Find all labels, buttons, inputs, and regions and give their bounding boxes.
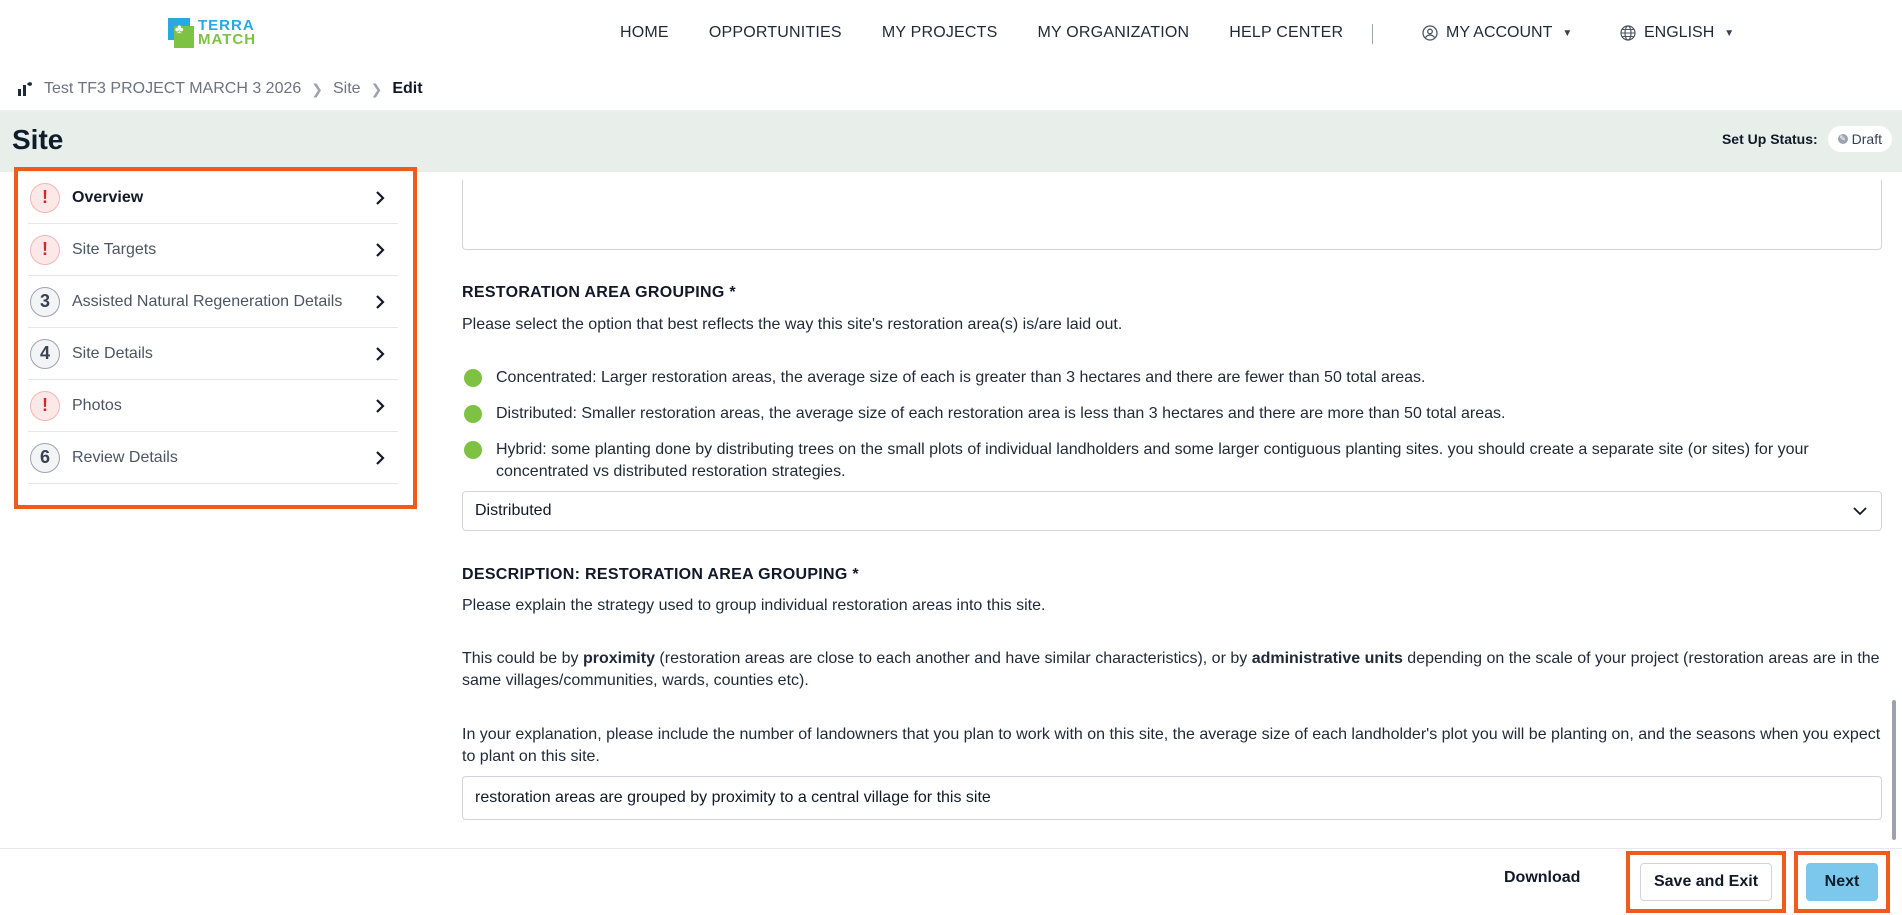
next-highlight: Next <box>1794 851 1890 913</box>
status-badge: ✎ Draft <box>1827 126 1892 152</box>
page-scrollbar[interactable] <box>1892 700 1896 840</box>
nav-link-my-organization[interactable]: MY ORGANIZATION <box>1038 24 1190 42</box>
help-bold-admin-units: administrative units <box>1251 650 1403 667</box>
help-text: This could be by <box>462 650 583 667</box>
nav-link-home[interactable]: HOME <box>620 24 669 42</box>
grouping-title: RESTORATION AREA GROUPING * <box>462 284 736 301</box>
chevron-right-icon <box>376 346 385 361</box>
chevron-right-icon <box>376 398 385 413</box>
nav-links: HOME OPPORTUNITIES MY PROJECTS MY ORGANI… <box>620 24 1343 42</box>
option-hybrid: Hybrid: some planting done by distributi… <box>462 439 1882 483</box>
description-help-3: In your explanation, please include the … <box>462 726 1881 765</box>
save-exit-highlight: Save and Exit <box>1626 851 1786 913</box>
breadcrumb: Test TF3 PROJECT MARCH 3 2026 ❯ Site ❯ E… <box>16 80 423 98</box>
step-label: Overview <box>72 188 144 206</box>
step-label: Assisted Natural Regeneration Details <box>72 292 343 310</box>
step-site-targets[interactable]: ! Site Targets <box>28 224 398 276</box>
help-bold-proximity: proximity <box>582 650 655 667</box>
language-label: ENGLISH <box>1644 24 1715 41</box>
chevron-right-icon <box>376 242 385 257</box>
description-input[interactable]: restoration areas are grouped by proximi… <box>462 776 1882 820</box>
option-text: Distributed: Smaller restoration areas, … <box>496 405 1506 422</box>
chevron-down-icon <box>1853 507 1867 516</box>
green-dot-icon <box>464 405 482 423</box>
form-footer: Download Save and Exit Next <box>0 848 1902 915</box>
description-title: DESCRIPTION: RESTORATION AREA GROUPING * <box>462 566 859 583</box>
step-label: Review Details <box>72 448 178 466</box>
step-photos[interactable]: ! Photos <box>28 380 398 432</box>
nav-divider <box>1372 24 1373 44</box>
error-icon: ! <box>30 234 60 265</box>
nav-link-my-projects[interactable]: MY PROJECTS <box>882 24 998 42</box>
error-icon: ! <box>30 390 60 421</box>
option-text: Hybrid: some planting done by distributi… <box>496 441 1809 480</box>
breadcrumb-current: Edit <box>392 80 423 97</box>
grouping-help: Please select the option that best refle… <box>462 316 1123 333</box>
my-account-menu[interactable]: MY ACCOUNT ▼ <box>1422 24 1572 42</box>
step-overview[interactable]: ! Overview <box>28 172 398 224</box>
option-concentrated: Concentrated: Larger restoration areas, … <box>462 367 1882 389</box>
draft-icon: ✎ <box>1837 134 1848 144</box>
green-dot-icon <box>464 441 482 459</box>
status-label: Set Up Status: <box>1721 131 1818 147</box>
language-menu[interactable]: ENGLISH ▼ <box>1620 24 1734 42</box>
caret-down-icon: ▼ <box>1724 27 1735 39</box>
my-account-label: MY ACCOUNT <box>1446 24 1553 41</box>
breadcrumb-project[interactable]: Test TF3 PROJECT MARCH 3 2026 <box>44 80 301 98</box>
step-number: 4 <box>30 338 60 369</box>
step-label: Site Details <box>72 344 153 362</box>
help-text: (restoration areas are close to each ano… <box>654 650 1252 667</box>
nav-link-help-center[interactable]: HELP CENTER <box>1229 24 1343 42</box>
grouping-selected-value: Distributed <box>475 502 552 519</box>
error-icon: ! <box>30 182 60 213</box>
step-assisted-natural-regeneration[interactable]: 3 Assisted Natural Regeneration Details <box>28 276 398 328</box>
next-button[interactable]: Next <box>1806 863 1878 901</box>
nav-link-opportunities[interactable]: OPPORTUNITIES <box>709 24 842 42</box>
setup-status: Set Up Status: ✎ Draft <box>1722 126 1892 152</box>
logo-icon: ♣ <box>168 18 194 48</box>
top-navigation: ♣ TERRA MATCH HOME OPPORTUNITIES MY PROJ… <box>0 0 1902 68</box>
form-steps-sidebar: ! Overview ! Site Targets 3 Assisted Nat… <box>14 167 417 509</box>
step-label: Site Targets <box>72 240 157 258</box>
chevron-right-icon: ❯ <box>370 80 383 97</box>
save-and-exit-button[interactable]: Save and Exit <box>1640 863 1772 901</box>
option-distributed: Distributed: Smaller restoration areas, … <box>462 403 1882 425</box>
page-header: Site Set Up Status: ✎ Draft <box>0 110 1902 172</box>
step-number: 3 <box>30 286 60 317</box>
breadcrumb-site[interactable]: Site <box>333 80 361 98</box>
chevron-right-icon <box>376 190 385 205</box>
chevron-right-icon: ❯ <box>311 80 323 97</box>
step-label: Photos <box>72 396 122 414</box>
step-site-details[interactable]: 4 Site Details <box>28 328 398 380</box>
download-button[interactable]: Download <box>1504 869 1580 887</box>
page-title: Site <box>12 124 64 155</box>
status-value: Draft <box>1851 131 1882 147</box>
description-help-1: Please explain the strategy used to grou… <box>462 597 1046 614</box>
logo-text-match: MATCH <box>198 31 257 48</box>
green-dot-icon <box>464 369 482 387</box>
option-text: Concentrated: Larger restoration areas, … <box>496 369 1426 386</box>
step-number: 6 <box>30 442 60 473</box>
previous-textarea[interactable] <box>462 180 1882 250</box>
terramatch-logo[interactable]: ♣ TERRA MATCH <box>168 18 256 48</box>
grouping-select[interactable]: Distributed <box>462 491 1882 531</box>
chevron-right-icon <box>376 450 385 465</box>
step-review-details[interactable]: 6 Review Details <box>28 432 398 484</box>
user-icon <box>1422 25 1438 41</box>
project-icon <box>18 82 32 96</box>
description-help-2: This could be by proximity (restoration … <box>462 648 1882 692</box>
globe-icon <box>1620 25 1636 41</box>
chevron-right-icon <box>376 294 385 309</box>
caret-down-icon: ▼ <box>1562 27 1573 39</box>
